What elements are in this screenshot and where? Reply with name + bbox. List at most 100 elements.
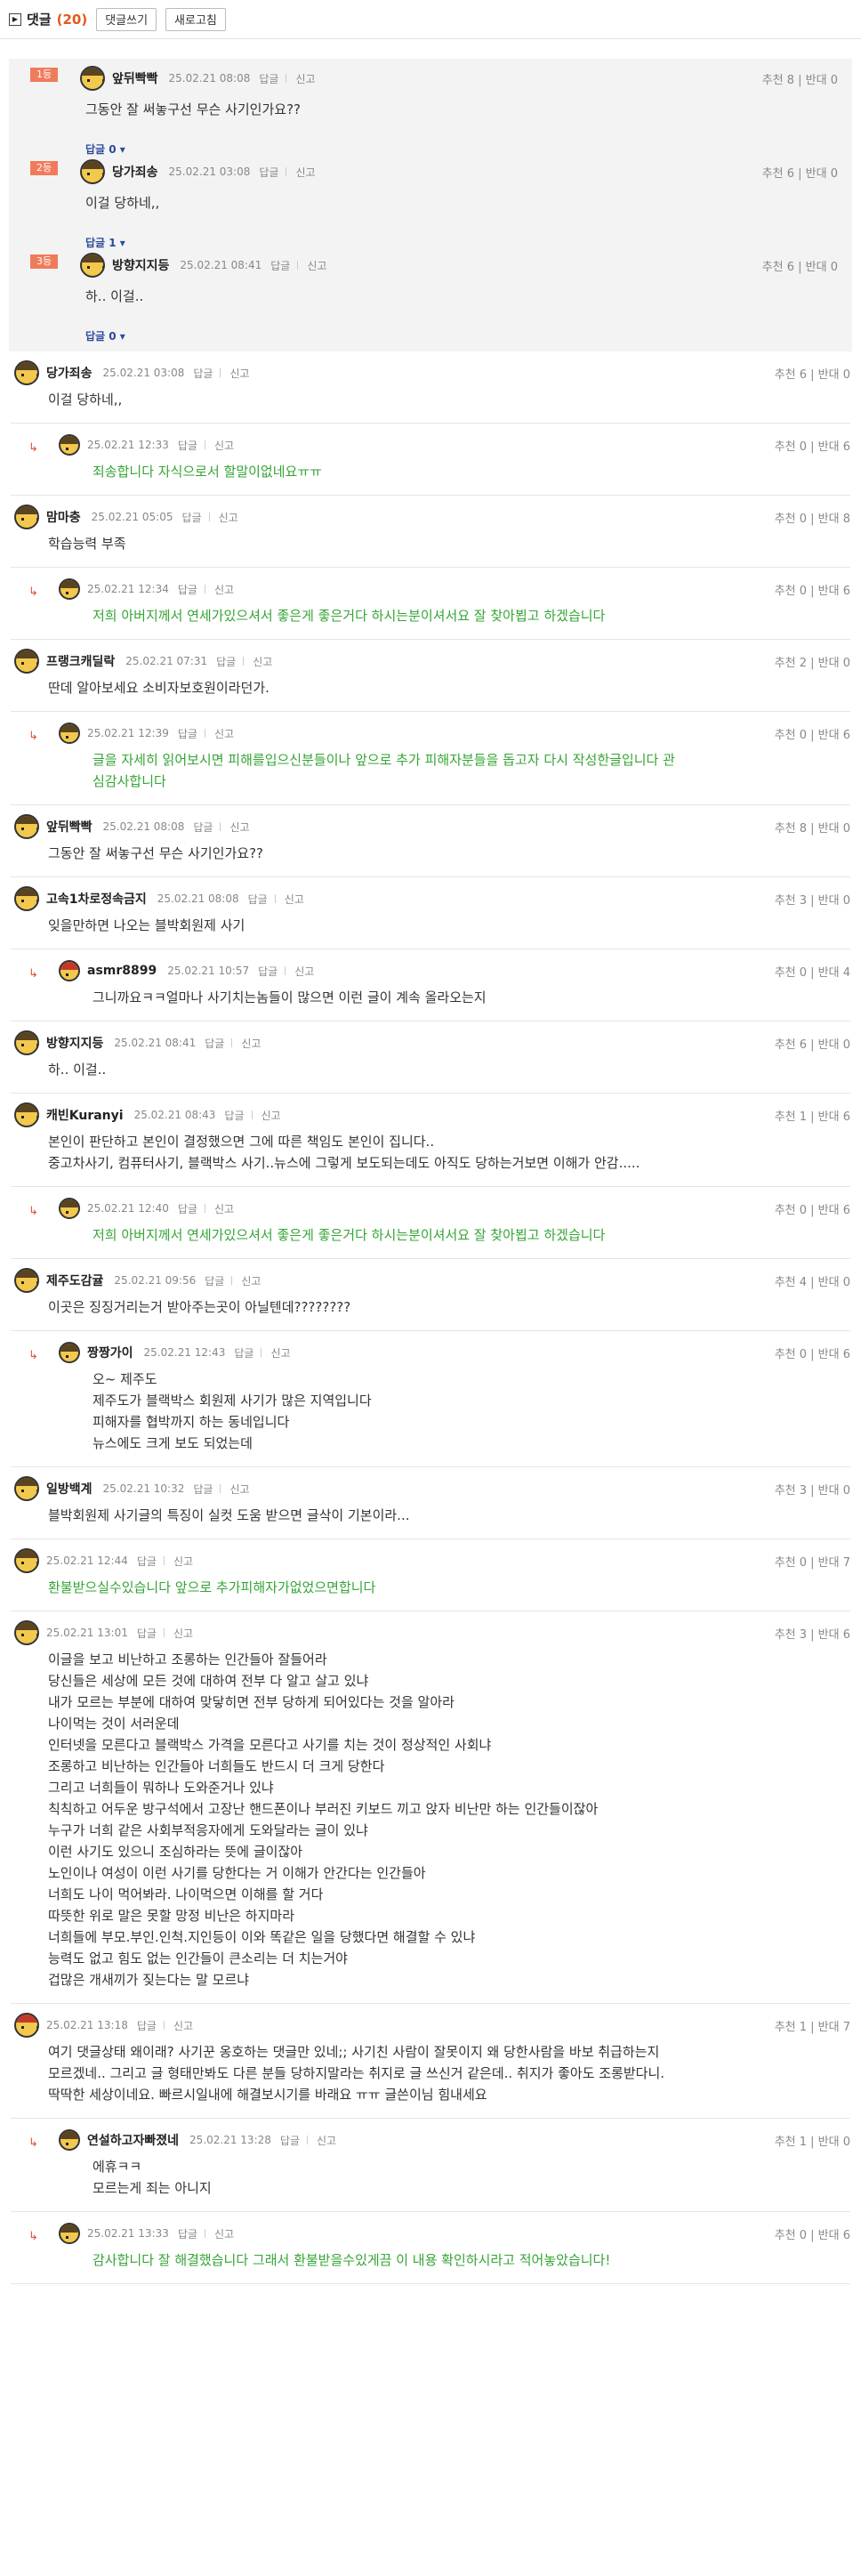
report-link[interactable]: 신고 <box>295 71 315 86</box>
upvote-count[interactable]: 추천 6 <box>775 1038 807 1052</box>
reply-link[interactable]: 답글 <box>137 1626 157 1641</box>
upvote-count[interactable]: 추천 6 <box>775 368 807 382</box>
write-comment-button[interactable]: 댓글쓰기 <box>96 7 157 31</box>
downvote-count[interactable]: 반대 7 <box>818 2021 850 2034</box>
upvote-count[interactable]: 추천 2 <box>775 657 807 670</box>
downvote-count[interactable]: 반대 0 <box>818 657 850 670</box>
report-link[interactable]: 신고 <box>173 1626 193 1641</box>
report-link[interactable]: 신고 <box>214 726 234 741</box>
reply-link[interactable]: 답글 <box>193 1482 213 1497</box>
report-link[interactable]: 신고 <box>262 1108 281 1123</box>
avatar[interactable] <box>59 1198 80 1219</box>
reply-link[interactable]: 답글 <box>181 510 201 525</box>
report-link[interactable]: 신고 <box>295 165 315 180</box>
avatar[interactable] <box>14 1102 39 1127</box>
downvote-count[interactable]: 반대 0 <box>818 1276 850 1289</box>
report-link[interactable]: 신고 <box>214 2226 234 2241</box>
avatar[interactable] <box>59 1342 80 1363</box>
reply-link[interactable]: 답글 <box>259 165 278 180</box>
reply-link[interactable]: 답글 <box>248 892 268 907</box>
report-link[interactable]: 신고 <box>241 1036 261 1051</box>
nickname[interactable]: 일방백계 <box>46 1480 93 1498</box>
report-link[interactable]: 신고 <box>253 654 272 669</box>
reply-link[interactable]: 답글 <box>205 1273 224 1288</box>
reply-link[interactable]: 답글 <box>280 2133 300 2148</box>
downvote-count[interactable]: 반대 6 <box>818 729 850 742</box>
report-link[interactable]: 신고 <box>285 892 304 907</box>
avatar[interactable] <box>59 578 80 600</box>
upvote-count[interactable]: 추천 0 <box>775 1348 807 1361</box>
reply-toggle[interactable]: 답글 0 ▾ <box>34 328 838 343</box>
reply-link[interactable]: 답글 <box>178 1201 197 1216</box>
upvote-count[interactable]: 추천 0 <box>775 966 807 980</box>
nickname[interactable]: 제주도감귤 <box>46 1272 103 1289</box>
downvote-count[interactable]: 반대 6 <box>818 1204 850 1217</box>
report-link[interactable]: 신고 <box>229 1482 249 1497</box>
avatar[interactable] <box>59 2129 80 2151</box>
report-link[interactable]: 신고 <box>219 510 238 525</box>
upvote-count[interactable]: 추천 0 <box>775 513 807 526</box>
avatar[interactable] <box>80 66 105 91</box>
nickname[interactable]: 짱짱가이 <box>87 1344 133 1361</box>
avatar[interactable] <box>80 253 105 278</box>
upvote-count[interactable]: 추천 0 <box>775 729 807 742</box>
upvote-count[interactable]: 추천 3 <box>775 1628 807 1642</box>
nickname[interactable]: 맘마충 <box>46 508 81 526</box>
upvote-count[interactable]: 추천 4 <box>775 1276 807 1289</box>
reply-link[interactable]: 답글 <box>178 726 197 741</box>
reply-link[interactable]: 답글 <box>224 1108 244 1123</box>
nickname[interactable]: 방향지지등 <box>46 1034 103 1052</box>
upvote-count[interactable]: 추천 0 <box>775 1556 807 1570</box>
reply-toggle[interactable]: 답글 1 ▾ <box>34 235 838 249</box>
downvote-count[interactable]: 반대 8 <box>818 513 850 526</box>
avatar[interactable] <box>14 2013 39 2038</box>
avatar[interactable] <box>59 960 80 981</box>
upvote-count[interactable]: 추천 8 <box>762 74 794 87</box>
upvote-count[interactable]: 추천 6 <box>762 261 794 274</box>
downvote-count[interactable]: 반대 6 <box>818 1110 850 1124</box>
nickname[interactable]: 앞뒤빡빡 <box>112 69 158 87</box>
reply-link[interactable]: 답글 <box>270 258 290 273</box>
avatar[interactable] <box>14 1548 39 1573</box>
report-link[interactable]: 신고 <box>173 1554 193 1569</box>
report-link[interactable]: 신고 <box>229 820 249 835</box>
avatar[interactable] <box>14 1476 39 1501</box>
report-link[interactable]: 신고 <box>270 1345 290 1361</box>
upvote-count[interactable]: 추천 1 <box>775 2021 807 2034</box>
nickname[interactable]: 프랭크캐딜락 <box>46 652 115 670</box>
avatar[interactable] <box>14 814 39 839</box>
avatar[interactable] <box>14 886 39 911</box>
nickname[interactable]: 앞뒤빡빡 <box>46 818 93 836</box>
upvote-count[interactable]: 추천 0 <box>775 2229 807 2242</box>
refresh-button[interactable]: 새로고침 <box>165 7 226 31</box>
reply-link[interactable]: 답글 <box>259 71 278 86</box>
reply-toggle[interactable]: 답글 0 ▾ <box>34 141 838 156</box>
nickname[interactable]: 방향지지등 <box>112 256 169 274</box>
downvote-count[interactable]: 반대 0 <box>806 261 838 274</box>
avatar[interactable] <box>80 159 105 184</box>
collapse-icon[interactable]: ▶ <box>9 12 21 26</box>
avatar[interactable] <box>59 2223 80 2244</box>
avatar[interactable] <box>14 505 39 529</box>
downvote-count[interactable]: 반대 6 <box>818 2229 850 2242</box>
reply-link[interactable]: 답글 <box>216 654 236 669</box>
reply-link[interactable]: 답글 <box>193 366 213 381</box>
reply-link[interactable]: 답글 <box>205 1036 224 1051</box>
downvote-count[interactable]: 반대 0 <box>818 822 850 836</box>
upvote-count[interactable]: 추천 6 <box>762 167 794 181</box>
avatar[interactable] <box>14 1268 39 1293</box>
avatar[interactable] <box>14 1030 39 1055</box>
report-link[interactable]: 신고 <box>214 582 234 597</box>
nickname[interactable]: 캐빈Kuranyi <box>46 1106 124 1124</box>
upvote-count[interactable]: 추천 3 <box>775 1484 807 1498</box>
report-link[interactable]: 신고 <box>229 366 249 381</box>
upvote-count[interactable]: 추천 3 <box>775 894 807 908</box>
nickname[interactable]: 고속1차로정속금지 <box>46 890 147 908</box>
avatar[interactable] <box>14 649 39 674</box>
report-link[interactable]: 신고 <box>317 2133 336 2148</box>
downvote-count[interactable]: 반대 6 <box>818 1628 850 1642</box>
nickname[interactable]: asmr8899 <box>87 964 157 978</box>
downvote-count[interactable]: 반대 6 <box>818 440 850 454</box>
report-link[interactable]: 신고 <box>214 1201 234 1216</box>
downvote-count[interactable]: 반대 4 <box>818 966 850 980</box>
